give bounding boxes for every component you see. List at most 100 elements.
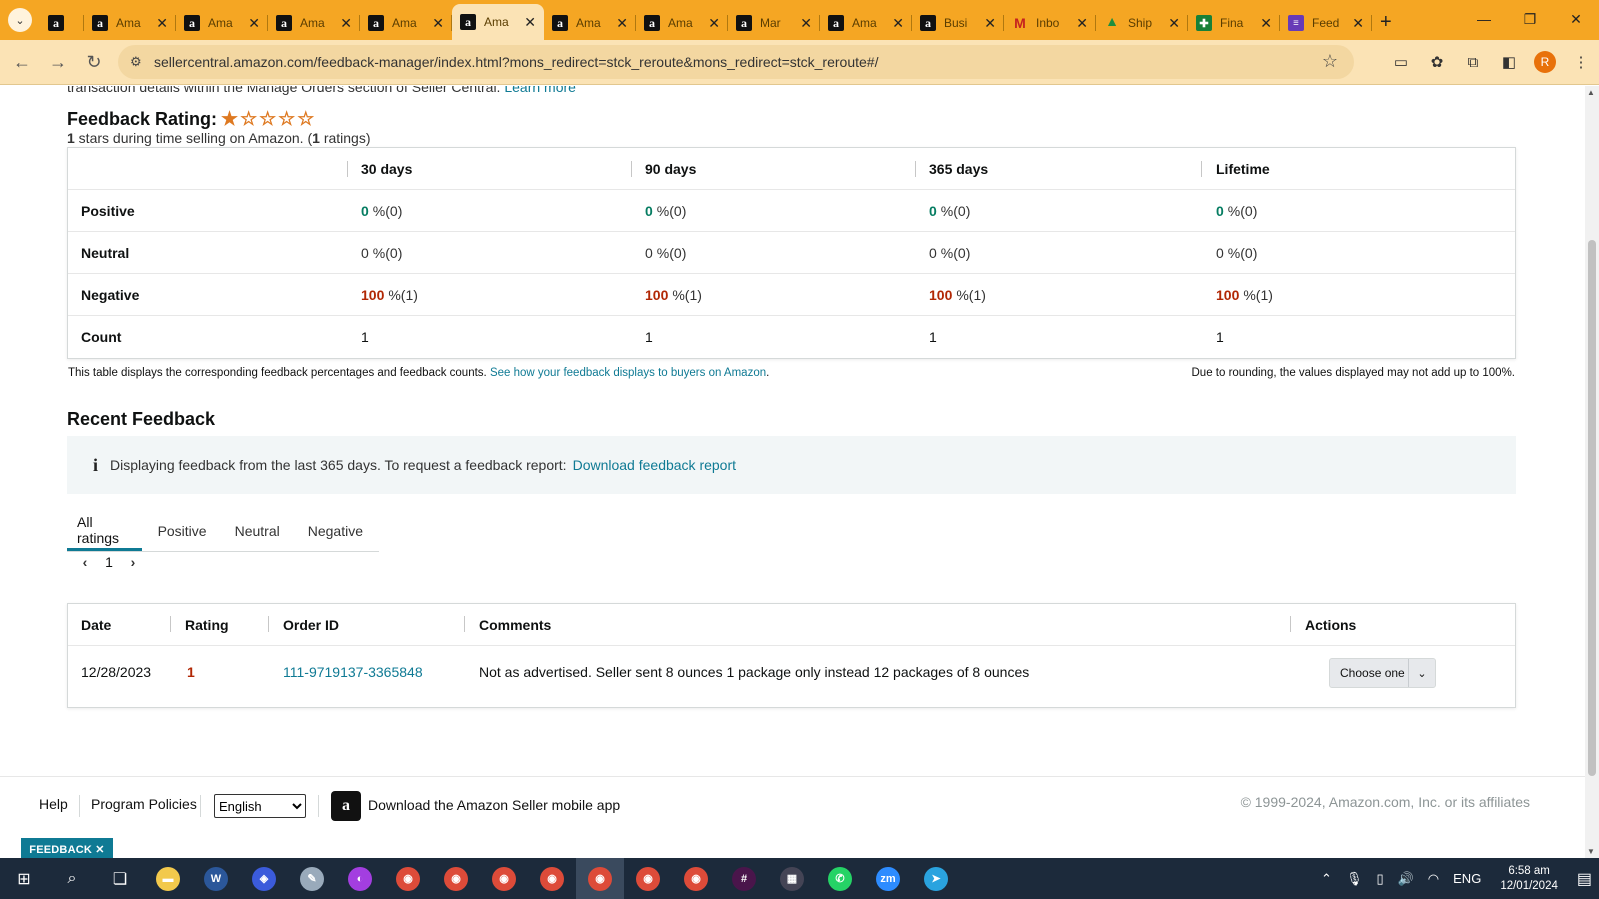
- cell-value: 100: [361, 287, 385, 303]
- chrome-icon[interactable]: ◉: [384, 858, 432, 899]
- site-info-icon[interactable]: ⚙: [130, 54, 142, 70]
- input-language[interactable]: ENG: [1453, 871, 1481, 886]
- browser-tab[interactable]: a: [40, 6, 84, 40]
- chrome-icon[interactable]: ◉: [624, 858, 672, 899]
- current-page[interactable]: 1: [97, 554, 121, 570]
- language-select[interactable]: English: [214, 794, 306, 818]
- close-tab-icon[interactable]: ✕: [616, 15, 628, 32]
- tab-search-icon[interactable]: ⌄: [8, 8, 32, 32]
- download-report-link[interactable]: Download feedback report: [573, 457, 736, 473]
- extensions-puzzle-icon[interactable]: ⧉: [1455, 44, 1491, 80]
- table-cell: 100 %(1): [929, 274, 986, 316]
- learn-more-link[interactable]: Learn more: [504, 86, 576, 95]
- program-policies-link[interactable]: Program Policies: [91, 796, 197, 812]
- close-tab-icon[interactable]: ✕: [1076, 15, 1088, 32]
- clock[interactable]: 6:58 am 12/01/2024: [1500, 864, 1558, 894]
- help-link[interactable]: Help: [39, 796, 68, 812]
- extension-icon-2[interactable]: ✿: [1419, 44, 1455, 80]
- new-tab-icon[interactable]: +: [1380, 11, 1392, 34]
- close-window-icon[interactable]: ✕: [1553, 0, 1599, 38]
- slack-icon[interactable]: #: [720, 858, 768, 899]
- close-tab-icon[interactable]: ✕: [524, 14, 536, 31]
- reload-icon[interactable]: ↻: [76, 44, 112, 80]
- amazon-seller-app-icon[interactable]: a: [331, 791, 361, 821]
- chevron-down-icon[interactable]: ⌄: [1408, 659, 1435, 687]
- browser-tab[interactable]: M Inbo ✕: [1004, 6, 1096, 40]
- tab-all-ratings[interactable]: All ratings: [67, 511, 142, 551]
- whatsapp-icon[interactable]: ✆: [816, 858, 864, 899]
- calculator-icon[interactable]: ▦: [768, 858, 816, 899]
- column-separator: [170, 616, 171, 632]
- actions-dropdown[interactable]: Choose one ⌄: [1329, 658, 1436, 688]
- side-panel-icon[interactable]: ◧: [1491, 44, 1527, 80]
- search-icon[interactable]: ⌕: [48, 858, 96, 899]
- scroll-up-icon[interactable]: ▲: [1587, 88, 1595, 97]
- wifi-icon[interactable]: ◠: [1428, 871, 1439, 887]
- back-icon[interactable]: ←: [4, 44, 40, 80]
- forward-icon[interactable]: →: [40, 44, 76, 80]
- browser-tab[interactable]: a Ama ✕: [544, 6, 636, 40]
- feedback-tag-button[interactable]: FEEDBACK ✕: [21, 838, 113, 858]
- start-icon[interactable]: ⊞: [0, 858, 48, 899]
- browser-tab[interactable]: a Ama ✕: [452, 4, 544, 40]
- scroll-down-icon[interactable]: ▼: [1587, 847, 1595, 856]
- word-icon[interactable]: W: [192, 858, 240, 899]
- close-tab-icon[interactable]: ✕: [248, 15, 260, 32]
- tab-negative[interactable]: Negative: [296, 511, 375, 551]
- notes-icon[interactable]: ✎: [288, 858, 336, 899]
- zoom-icon[interactable]: zm: [864, 858, 912, 899]
- chrome-icon[interactable]: ◉: [528, 858, 576, 899]
- browser-tab[interactable]: a Ama ✕: [176, 6, 268, 40]
- browser-tab[interactable]: ≡ Feed ✕: [1280, 6, 1372, 40]
- tab-neutral[interactable]: Neutral: [223, 511, 292, 551]
- close-tab-icon[interactable]: ✕: [156, 15, 168, 32]
- minimize-icon[interactable]: —: [1461, 0, 1507, 38]
- task-view-icon[interactable]: ❏: [96, 858, 144, 899]
- close-tab-icon[interactable]: ✕: [708, 15, 720, 32]
- prev-page-icon[interactable]: ‹: [73, 554, 97, 570]
- browser-tab[interactable]: a Ama ✕: [84, 6, 176, 40]
- menu-kebab-icon[interactable]: ⋮: [1563, 44, 1599, 80]
- messenger-icon[interactable]: ◐: [336, 858, 384, 899]
- vpn-icon[interactable]: ◈: [240, 858, 288, 899]
- volume-icon[interactable]: 🔊: [1398, 871, 1414, 887]
- profile-avatar[interactable]: R: [1534, 51, 1556, 73]
- battery-icon[interactable]: ▯: [1376, 871, 1383, 887]
- extension-icon[interactable]: ▭: [1383, 44, 1419, 80]
- seller-app-link[interactable]: Download the Amazon Seller mobile app: [368, 797, 620, 813]
- close-tab-icon[interactable]: ✕: [1168, 15, 1180, 32]
- browser-tab[interactable]: a Mar ✕: [728, 6, 820, 40]
- chrome-icon[interactable]: ◉: [576, 858, 624, 899]
- chrome-icon[interactable]: ◉: [432, 858, 480, 899]
- bookmark-star-icon[interactable]: ☆: [1322, 51, 1338, 72]
- page-scrollbar[interactable]: ▲ ▼: [1585, 86, 1599, 858]
- file-explorer-icon[interactable]: ▬: [144, 858, 192, 899]
- close-tab-icon[interactable]: ✕: [432, 15, 444, 32]
- browser-tab[interactable]: a Busi ✕: [912, 6, 1004, 40]
- chrome-icon[interactable]: ◉: [480, 858, 528, 899]
- browser-tab[interactable]: a Ama ✕: [268, 6, 360, 40]
- tray-chevron-icon[interactable]: ⌃: [1321, 871, 1332, 887]
- telegram-icon[interactable]: ➤: [912, 858, 960, 899]
- restore-icon[interactable]: ❐: [1507, 0, 1553, 38]
- order-id-link[interactable]: 111-9719137-3365848: [283, 664, 423, 680]
- close-tab-icon[interactable]: ✕: [800, 15, 812, 32]
- notifications-icon[interactable]: ▤: [1577, 869, 1592, 889]
- address-bar[interactable]: ⚙ sellercentral.amazon.com/feedback-mana…: [118, 45, 1354, 79]
- browser-tab[interactable]: ✚ Fina ✕: [1188, 6, 1280, 40]
- next-page-icon[interactable]: ›: [121, 554, 145, 570]
- close-tab-icon[interactable]: ✕: [984, 15, 996, 32]
- browser-tab[interactable]: a Ama ✕: [636, 6, 728, 40]
- browser-tab[interactable]: a Ama ✕: [360, 6, 452, 40]
- feedback-display-link[interactable]: See how your feedback displays to buyers…: [490, 367, 766, 379]
- scrollbar-thumb[interactable]: [1588, 240, 1596, 776]
- close-tab-icon[interactable]: ✕: [892, 15, 904, 32]
- microphone-icon[interactable]: 🎙: [1346, 871, 1363, 887]
- close-tab-icon[interactable]: ✕: [340, 15, 352, 32]
- chrome-icon[interactable]: ◉: [672, 858, 720, 899]
- browser-tab[interactable]: ▲ Ship ✕: [1096, 6, 1188, 40]
- close-tab-icon[interactable]: ✕: [1352, 15, 1364, 32]
- close-tab-icon[interactable]: ✕: [1260, 15, 1272, 32]
- tab-positive[interactable]: Positive: [146, 511, 219, 551]
- browser-tab[interactable]: a Ama ✕: [820, 6, 912, 40]
